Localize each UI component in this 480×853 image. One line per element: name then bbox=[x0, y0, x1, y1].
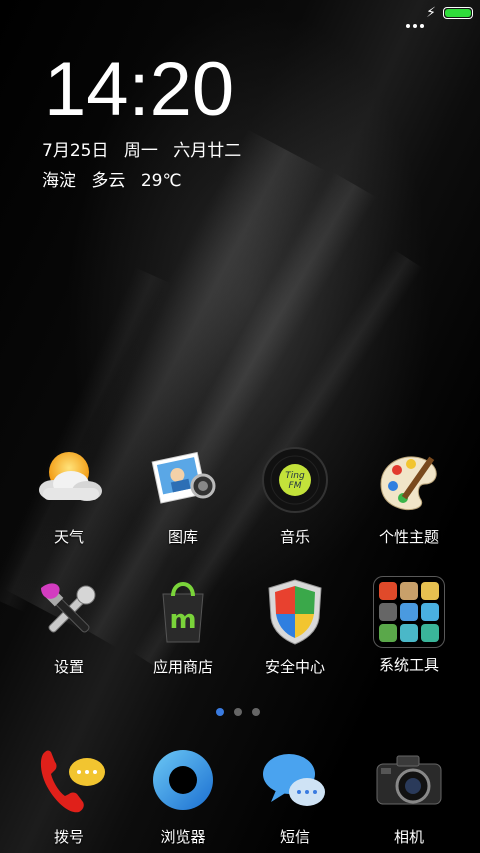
svg-text:m: m bbox=[169, 605, 196, 635]
wallpaper-streak bbox=[3, 129, 327, 631]
app-music[interactable]: Ting FM 音乐 bbox=[238, 444, 352, 547]
location-text: 海淀 bbox=[42, 171, 76, 191]
svg-text:FM: FM bbox=[289, 481, 302, 491]
app-label: 个性主题 bbox=[378, 528, 439, 546]
themes-icon bbox=[371, 444, 447, 520]
weather-line[interactable]: 海淀 多云 29℃ bbox=[42, 166, 192, 191]
signal-dots-icon bbox=[403, 13, 424, 32]
settings-icon bbox=[31, 574, 107, 650]
dock-camera[interactable]: 相机 bbox=[352, 744, 466, 847]
music-icon: Ting FM bbox=[257, 444, 333, 520]
app-label: 安全中心 bbox=[264, 658, 325, 676]
camera-icon bbox=[371, 744, 447, 820]
weather-condition-text: 多云 bbox=[91, 171, 126, 191]
svg-text:Ting: Ting bbox=[285, 471, 305, 481]
app-label: 图库 bbox=[167, 528, 198, 546]
battery-icon bbox=[443, 7, 473, 19]
date-line[interactable]: 7月25日 周一 六月廿二 bbox=[42, 136, 251, 161]
app-settings[interactable]: 设置 bbox=[12, 574, 126, 677]
dock-browser[interactable]: 浏览器 bbox=[126, 744, 240, 847]
weather-icon bbox=[31, 444, 107, 520]
browser-icon bbox=[145, 744, 221, 820]
dock-messages[interactable]: 短信 bbox=[238, 744, 352, 847]
lightning-bolt-icon: ⚡ bbox=[426, 5, 436, 21]
security-center-icon bbox=[257, 574, 333, 650]
temperature-text: 29℃ bbox=[140, 171, 182, 191]
system-tools-folder-icon bbox=[373, 576, 445, 648]
app-label: 短信 bbox=[279, 828, 310, 846]
wallpaper-streak bbox=[0, 267, 172, 613]
dock-phone[interactable]: 拨号 bbox=[12, 744, 126, 847]
weekday-text: 周一 bbox=[123, 141, 158, 161]
messages-icon bbox=[257, 744, 333, 820]
app-label: 系统工具 bbox=[378, 656, 439, 674]
app-label: 天气 bbox=[53, 528, 84, 546]
app-label: 应用商店 bbox=[152, 658, 213, 676]
app-store[interactable]: m 应用商店 bbox=[126, 574, 240, 677]
clock-time[interactable]: 14:20 bbox=[44, 52, 234, 128]
folder-system-tools[interactable]: 系统工具 bbox=[352, 574, 466, 675]
page-dot[interactable] bbox=[252, 708, 260, 716]
date-text: 7月25日 bbox=[42, 141, 109, 161]
app-security-center[interactable]: 安全中心 bbox=[238, 574, 352, 677]
page-indicator[interactable] bbox=[216, 701, 270, 720]
app-label: 音乐 bbox=[279, 528, 310, 546]
app-label: 浏览器 bbox=[160, 828, 206, 846]
app-label: 相机 bbox=[393, 828, 424, 846]
gallery-icon bbox=[145, 444, 221, 520]
lunar-date-text: 六月廿二 bbox=[173, 141, 242, 161]
app-themes[interactable]: 个性主题 bbox=[352, 444, 466, 547]
page-dot[interactable] bbox=[234, 708, 242, 716]
app-label: 拨号 bbox=[53, 828, 84, 846]
app-gallery[interactable]: 图库 bbox=[126, 444, 240, 547]
status-bar: ⚡ bbox=[0, 0, 480, 28]
app-label: 设置 bbox=[53, 658, 84, 676]
app-weather[interactable]: 天气 bbox=[12, 444, 126, 547]
page-dot[interactable] bbox=[216, 708, 224, 716]
phone-dialer-icon bbox=[31, 744, 107, 820]
app-store-icon: m bbox=[145, 574, 221, 650]
